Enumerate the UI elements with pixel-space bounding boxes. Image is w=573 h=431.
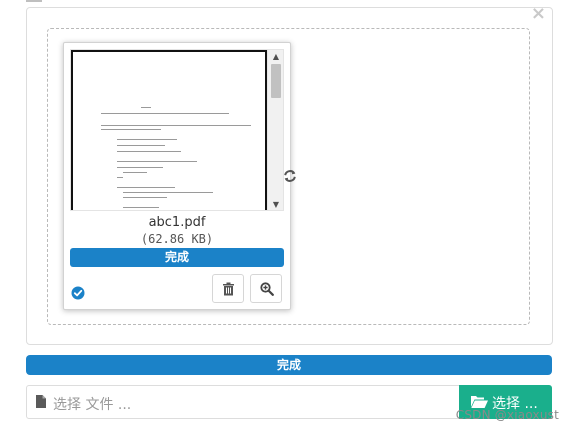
preview-scrollbar[interactable]: ▲ ▼ (267, 50, 283, 210)
upload-done-progress-bar: 完成 (26, 355, 552, 375)
folder-open-icon (471, 396, 488, 408)
file-icon (36, 395, 46, 408)
check-circle-icon (71, 286, 85, 300)
upload-progress-done-bar: 完成 (70, 248, 284, 267)
close-icon[interactable]: × (531, 5, 546, 23)
page: × ▲ ▼ abc1.pdf (62.86 KB) 完成 完成 选择 文件 ..… (0, 0, 573, 431)
trash-icon (223, 282, 234, 296)
file-drop-zone[interactable]: ▲ ▼ abc1.pdf (62.86 KB) 完成 (47, 28, 530, 325)
scroll-up-arrow-icon[interactable]: ▲ (268, 50, 283, 64)
refresh-icon[interactable] (283, 169, 297, 183)
delete-file-button[interactable] (212, 274, 244, 303)
file-name: abc1.pdf (148, 215, 206, 230)
watermark-text: CSDN @xiaoxust (455, 408, 559, 422)
pdf-page-thumbnail (71, 50, 267, 210)
zoom-preview-button[interactable] (250, 274, 282, 303)
scrollbar-thumb[interactable] (271, 64, 281, 98)
top-partial-element (26, 0, 42, 2)
zoom-in-icon (260, 282, 274, 296)
file-caption-input[interactable]: 选择 文件 ... (53, 394, 131, 414)
file-size: (62.86 KB) (140, 232, 214, 246)
file-preview-card: ▲ ▼ abc1.pdf (62.86 KB) 完成 (63, 42, 291, 310)
pdf-preview-frame[interactable]: ▲ ▼ (70, 49, 284, 211)
file-preview-frame: × ▲ ▼ abc1.pdf (62.86 KB) 完成 (26, 5, 553, 345)
scroll-down-arrow-icon[interactable]: ▼ (268, 198, 283, 210)
